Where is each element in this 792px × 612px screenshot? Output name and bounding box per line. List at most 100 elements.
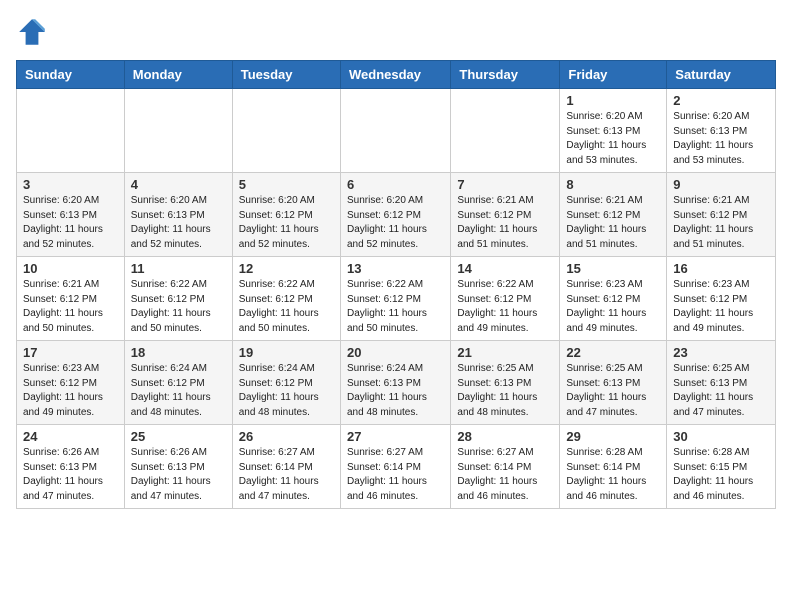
day-header-wednesday: Wednesday bbox=[340, 61, 450, 89]
day-header-friday: Friday bbox=[560, 61, 667, 89]
calendar-cell: 2Sunrise: 6:20 AM Sunset: 6:13 PM Daylig… bbox=[667, 89, 776, 173]
cell-content: Sunrise: 6:25 AM Sunset: 6:13 PM Dayligh… bbox=[673, 362, 769, 420]
calendar-cell bbox=[124, 89, 232, 173]
logo bbox=[16, 16, 52, 48]
day-number: 5 bbox=[239, 177, 334, 192]
day-number: 15 bbox=[566, 261, 660, 276]
day-number: 27 bbox=[347, 429, 444, 444]
cell-content: Sunrise: 6:27 AM Sunset: 6:14 PM Dayligh… bbox=[347, 446, 444, 504]
calendar-cell: 4 Sunrise: 6:20 AM Sunset: 6:13 PM Daylig… bbox=[124, 173, 232, 257]
day-number: 23 bbox=[673, 345, 769, 360]
day-number: 18 bbox=[131, 345, 226, 360]
cell-content: Sunrise: 6:21 AM Sunset: 6:12 PM Dayligh… bbox=[566, 194, 660, 252]
calendar-cell: 22 Sunrise: 6:25 AM Sunset: 6:13 PM Dayli… bbox=[560, 341, 667, 425]
calendar-cell: 5 Sunrise: 6:20 AM Sunset: 6:12 PM Daylig… bbox=[232, 173, 340, 257]
calendar-cell: 12 Sunrise: 6:22 AM Sunset: 6:12 PM Dayli… bbox=[232, 257, 340, 341]
calendar-week-5: 24 Sunrise: 6:26 AM Sunset: 6:13 PM Dayli… bbox=[17, 425, 776, 509]
calendar-cell: 23 Sunrise: 6:25 AM Sunset: 6:13 PM Dayli… bbox=[667, 341, 776, 425]
calendar-cell: 11 Sunrise: 6:22 AM Sunset: 6:12 PM Dayli… bbox=[124, 257, 232, 341]
cell-content: Sunrise: 6:24 AM Sunset: 6:12 PM Dayligh… bbox=[131, 362, 226, 420]
cell-content: Sunrise: 6:25 AM Sunset: 6:13 PM Dayligh… bbox=[457, 362, 553, 420]
day-header-thursday: Thursday bbox=[451, 61, 560, 89]
calendar-cell: 26Sunrise: 6:27 AM Sunset: 6:14 PM Dayli… bbox=[232, 425, 340, 509]
calendar-cell: 19Sunrise: 6:24 AM Sunset: 6:12 PM Dayli… bbox=[232, 341, 340, 425]
cell-content: Sunrise: 6:22 AM Sunset: 6:12 PM Dayligh… bbox=[457, 278, 553, 336]
calendar-week-4: 17Sunrise: 6:23 AM Sunset: 6:12 PM Dayli… bbox=[17, 341, 776, 425]
day-header-sunday: Sunday bbox=[17, 61, 125, 89]
calendar-cell: 16 Sunrise: 6:23 AM Sunset: 6:12 PM Dayli… bbox=[667, 257, 776, 341]
calendar-cell: 27 Sunrise: 6:27 AM Sunset: 6:14 PM Dayli… bbox=[340, 425, 450, 509]
calendar-cell bbox=[340, 89, 450, 173]
calendar-header-row: SundayMondayTuesdayWednesdayThursdayFrid… bbox=[17, 61, 776, 89]
calendar-cell: 21 Sunrise: 6:25 AM Sunset: 6:13 PM Dayli… bbox=[451, 341, 560, 425]
cell-content: Sunrise: 6:20 AM Sunset: 6:13 PM Dayligh… bbox=[566, 110, 660, 168]
calendar-cell: 30 Sunrise: 6:28 AM Sunset: 6:15 PM Dayli… bbox=[667, 425, 776, 509]
calendar-cell: 24 Sunrise: 6:26 AM Sunset: 6:13 PM Dayli… bbox=[17, 425, 125, 509]
calendar-cell: 25 Sunrise: 6:26 AM Sunset: 6:13 PM Dayli… bbox=[124, 425, 232, 509]
day-number: 8 bbox=[566, 177, 660, 192]
day-number: 1 bbox=[566, 93, 660, 108]
cell-content: Sunrise: 6:23 AM Sunset: 6:12 PM Dayligh… bbox=[566, 278, 660, 336]
day-number: 20 bbox=[347, 345, 444, 360]
cell-content: Sunrise: 6:26 AM Sunset: 6:13 PM Dayligh… bbox=[131, 446, 226, 504]
calendar-cell: 7 Sunrise: 6:21 AM Sunset: 6:12 PM Daylig… bbox=[451, 173, 560, 257]
cell-content: Sunrise: 6:20 AM Sunset: 6:12 PM Dayligh… bbox=[347, 194, 444, 252]
cell-content: Sunrise: 6:20 AM Sunset: 6:12 PM Dayligh… bbox=[239, 194, 334, 252]
cell-content: Sunrise: 6:25 AM Sunset: 6:13 PM Dayligh… bbox=[566, 362, 660, 420]
day-number: 30 bbox=[673, 429, 769, 444]
day-number: 29 bbox=[566, 429, 660, 444]
calendar-cell bbox=[17, 89, 125, 173]
calendar-cell bbox=[451, 89, 560, 173]
cell-content: Sunrise: 6:21 AM Sunset: 6:12 PM Dayligh… bbox=[457, 194, 553, 252]
cell-content: Sunrise: 6:20 AM Sunset: 6:13 PM Dayligh… bbox=[23, 194, 118, 252]
day-number: 24 bbox=[23, 429, 118, 444]
day-header-monday: Monday bbox=[124, 61, 232, 89]
calendar-week-1: 1 Sunrise: 6:20 AM Sunset: 6:13 PM Daylig… bbox=[17, 89, 776, 173]
day-number: 21 bbox=[457, 345, 553, 360]
day-number: 26 bbox=[239, 429, 334, 444]
day-number: 7 bbox=[457, 177, 553, 192]
day-number: 10 bbox=[23, 261, 118, 276]
cell-content: Sunrise: 6:22 AM Sunset: 6:12 PM Dayligh… bbox=[131, 278, 226, 336]
cell-content: Sunrise: 6:21 AM Sunset: 6:12 PM Dayligh… bbox=[23, 278, 118, 336]
page-header bbox=[16, 16, 776, 48]
calendar-cell: 1 Sunrise: 6:20 AM Sunset: 6:13 PM Daylig… bbox=[560, 89, 667, 173]
calendar-cell: 6 Sunrise: 6:20 AM Sunset: 6:12 PM Daylig… bbox=[340, 173, 450, 257]
calendar-cell: 10 Sunrise: 6:21 AM Sunset: 6:12 PM Dayli… bbox=[17, 257, 125, 341]
day-number: 25 bbox=[131, 429, 226, 444]
day-number: 17 bbox=[23, 345, 118, 360]
cell-content: Sunrise: 6:23 AM Sunset: 6:12 PM Dayligh… bbox=[673, 278, 769, 336]
day-number: 19 bbox=[239, 345, 334, 360]
day-number: 2 bbox=[673, 93, 769, 108]
cell-content: Sunrise: 6:26 AM Sunset: 6:13 PM Dayligh… bbox=[23, 446, 118, 504]
cell-content: Sunrise: 6:20 AM Sunset: 6:13 PM Dayligh… bbox=[131, 194, 226, 252]
calendar-cell: 17Sunrise: 6:23 AM Sunset: 6:12 PM Dayli… bbox=[17, 341, 125, 425]
day-number: 28 bbox=[457, 429, 553, 444]
day-number: 14 bbox=[457, 261, 553, 276]
calendar-cell: 13 Sunrise: 6:22 AM Sunset: 6:12 PM Dayli… bbox=[340, 257, 450, 341]
day-number: 11 bbox=[131, 261, 226, 276]
cell-content: Sunrise: 6:24 AM Sunset: 6:13 PM Dayligh… bbox=[347, 362, 444, 420]
cell-content: Sunrise: 6:27 AM Sunset: 6:14 PM Dayligh… bbox=[457, 446, 553, 504]
day-number: 3 bbox=[23, 177, 118, 192]
calendar-cell: 8 Sunrise: 6:21 AM Sunset: 6:12 PM Daylig… bbox=[560, 173, 667, 257]
day-number: 22 bbox=[566, 345, 660, 360]
cell-content: Sunrise: 6:28 AM Sunset: 6:14 PM Dayligh… bbox=[566, 446, 660, 504]
calendar-cell: 29 Sunrise: 6:28 AM Sunset: 6:14 PM Dayli… bbox=[560, 425, 667, 509]
day-number: 6 bbox=[347, 177, 444, 192]
day-number: 13 bbox=[347, 261, 444, 276]
cell-content: Sunrise: 6:22 AM Sunset: 6:12 PM Dayligh… bbox=[347, 278, 444, 336]
calendar-cell bbox=[232, 89, 340, 173]
calendar-week-2: 3 Sunrise: 6:20 AM Sunset: 6:13 PM Daylig… bbox=[17, 173, 776, 257]
calendar-cell: 20 Sunrise: 6:24 AM Sunset: 6:13 PM Dayli… bbox=[340, 341, 450, 425]
calendar-cell: 3 Sunrise: 6:20 AM Sunset: 6:13 PM Daylig… bbox=[17, 173, 125, 257]
cell-content: Sunrise: 6:22 AM Sunset: 6:12 PM Dayligh… bbox=[239, 278, 334, 336]
day-number: 4 bbox=[131, 177, 226, 192]
cell-content: Sunrise: 6:28 AM Sunset: 6:15 PM Dayligh… bbox=[673, 446, 769, 504]
calendar-cell: 28 Sunrise: 6:27 AM Sunset: 6:14 PM Dayli… bbox=[451, 425, 560, 509]
day-number: 16 bbox=[673, 261, 769, 276]
calendar-cell: 15 Sunrise: 6:23 AM Sunset: 6:12 PM Dayli… bbox=[560, 257, 667, 341]
calendar-table: SundayMondayTuesdayWednesdayThursdayFrid… bbox=[16, 60, 776, 509]
calendar-week-3: 10 Sunrise: 6:21 AM Sunset: 6:12 PM Dayli… bbox=[17, 257, 776, 341]
day-number: 12 bbox=[239, 261, 334, 276]
